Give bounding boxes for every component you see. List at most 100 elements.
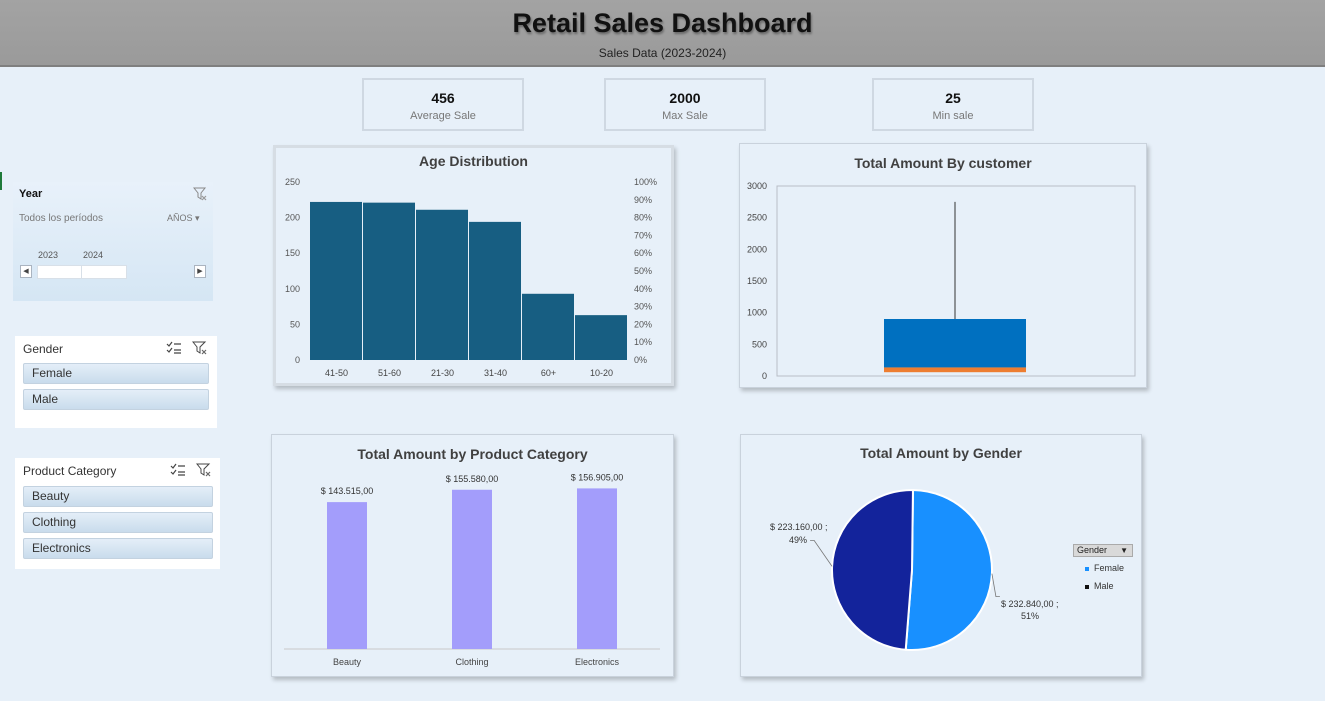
y-tick-label: 1000 — [747, 308, 767, 318]
box-plot: 0 500 1000 1500 2000 2500 3000 — [747, 181, 1136, 381]
age-bar[interactable] — [363, 202, 415, 360]
category-bar-plot: $ 143.515,00 Beauty $ 155.580,00 Clothing $ … — [284, 472, 660, 667]
kpi-value: 2000 — [669, 90, 701, 106]
year-label-2024: 2024 — [83, 250, 104, 260]
x-tick-label: Beauty — [333, 657, 362, 667]
category-bar[interactable] — [452, 489, 492, 649]
kpi-label: Average Sale — [410, 110, 476, 122]
clear-filter-icon[interactable] — [196, 463, 212, 477]
y-tick-label: 2500 — [747, 213, 767, 223]
legend-label: Female — [1094, 563, 1125, 573]
y-tick-label: 1500 — [747, 276, 767, 286]
slicer-item-beauty[interactable]: Beauty — [23, 486, 213, 507]
legend-swatch — [1085, 584, 1089, 589]
kpi-value: 456 — [431, 90, 455, 106]
year-label-2023: 2023 — [38, 250, 59, 260]
time-unit-dropdown[interactable]: AÑOS ▾ — [167, 213, 200, 224]
year-slicer-title: Year — [19, 188, 43, 200]
y2-tick-label: 0% — [634, 355, 647, 365]
scroll-left-button[interactable]: ◀ — [20, 265, 32, 278]
slicer-item-electronics[interactable]: Electronics — [23, 538, 213, 559]
kpi-min-sale: 25 Min sale — [872, 78, 1034, 131]
x-tick-label: Electronics — [575, 657, 620, 667]
lower-box[interactable] — [884, 367, 1026, 373]
age-distribution-chart[interactable]: Age Distribution 0 50 100 150 200 250 0% 10% 20%… — [273, 145, 674, 386]
pie-slice-female[interactable] — [904, 488, 994, 651]
kpi-label: Min sale — [932, 110, 974, 122]
gender-slicer: Gender Female Male — [15, 336, 217, 428]
age-distribution-plot: 0 50 100 150 200 250 0% 10% 20% 30% 40% 50% 60% 70% 80… — [285, 177, 657, 378]
age-bar[interactable] — [310, 201, 362, 360]
total-amount-by-customer-chart[interactable]: Total Amount By customer 0 500 1000 1500 200… — [739, 143, 1147, 388]
total-amount-by-product-category-chart[interactable]: Total Amount by Product Category $ 143.5… — [271, 434, 674, 677]
y-tick-label: 200 — [285, 213, 300, 223]
y-tick-label: 250 — [285, 177, 300, 187]
multi-select-icon[interactable] — [170, 463, 186, 477]
age-bar[interactable] — [416, 209, 468, 360]
year-timeline-slicer[interactable]: Year Todos los períodos AÑOS ▾ 2023 2024… — [13, 182, 213, 301]
gender-legend-filter-button[interactable]: Gender ▼ — [1073, 544, 1133, 557]
chevron-down-icon: ▼ — [1120, 546, 1128, 555]
y2-tick-label: 60% — [634, 248, 652, 258]
data-label: $ 156.905,00 — [571, 472, 624, 482]
age-bar[interactable] — [522, 293, 574, 360]
upper-box[interactable] — [884, 319, 1026, 368]
y-tick-label: 500 — [752, 339, 767, 349]
clear-filter-icon[interactable] — [193, 187, 207, 201]
y2-tick-label: 20% — [634, 319, 652, 329]
pie-slice-male[interactable] — [831, 489, 914, 651]
y2-tick-label: 30% — [634, 302, 652, 312]
kpi-value: 25 — [945, 90, 961, 106]
data-label: 49% — [789, 535, 807, 545]
y2-tick-label: 70% — [634, 230, 652, 240]
y2-tick-label: 50% — [634, 266, 652, 276]
arrow-right-icon: ▶ — [197, 268, 203, 275]
chevron-down-icon: ▾ — [195, 213, 200, 223]
data-label: $ 155.580,00 — [446, 474, 499, 484]
y2-tick-label: 100% — [634, 177, 657, 187]
time-unit-label: AÑOS — [167, 213, 193, 223]
y-tick-label: 100 — [285, 284, 300, 294]
arrow-left-icon: ◀ — [23, 268, 29, 275]
y-tick-label: 50 — [290, 319, 300, 329]
y2-tick-label: 90% — [634, 195, 652, 205]
leader-line — [991, 573, 1000, 598]
timeline-bar[interactable] — [37, 265, 127, 279]
page-title: Retail Sales Dashboard — [512, 8, 813, 38]
scroll-right-button[interactable]: ▶ — [194, 265, 206, 278]
dashboard-header: Retail Sales Dashboard Sales Data (2023-… — [0, 0, 1325, 67]
x-tick-label: Clothing — [455, 657, 488, 667]
y2-tick-label: 40% — [634, 284, 652, 294]
data-label: 51% — [1021, 611, 1039, 621]
slicer-item-male[interactable]: Male — [23, 389, 209, 410]
legend-item-female: Female — [1085, 563, 1124, 573]
category-bar[interactable] — [577, 488, 617, 649]
cell-marker — [0, 172, 2, 190]
legend-filter-label: Gender — [1077, 545, 1108, 555]
age-bar[interactable] — [575, 315, 627, 360]
period-label: Todos los períodos — [19, 213, 103, 224]
y-tick-label: 0 — [295, 355, 300, 365]
legend-swatch — [1085, 566, 1089, 571]
kpi-max-sale: 2000 Max Sale — [604, 78, 766, 131]
x-tick-label: 51-60 — [378, 368, 401, 378]
y-tick-label: 150 — [285, 248, 300, 258]
category-bar[interactable] — [327, 502, 367, 649]
y-tick-label: 3000 — [747, 181, 767, 191]
y-tick-label: 0 — [762, 371, 767, 381]
age-bar[interactable] — [469, 221, 521, 360]
slicer-item-female[interactable]: Female — [23, 363, 209, 384]
data-label: $ 143.515,00 — [321, 486, 374, 496]
multi-select-icon[interactable] — [166, 341, 182, 355]
clear-filter-icon[interactable] — [192, 341, 208, 355]
y2-tick-label: 80% — [634, 213, 652, 223]
page-subtitle: Sales Data (2023-2024) — [598, 46, 727, 60]
legend-label: Male — [1094, 581, 1114, 591]
legend-item-male: Male — [1085, 581, 1114, 591]
gender-slicer-title: Gender — [23, 342, 64, 356]
slicer-item-clothing[interactable]: Clothing — [23, 512, 213, 533]
timeline-divider — [81, 266, 82, 278]
leader-line — [810, 539, 833, 567]
x-tick-label: 60+ — [541, 368, 556, 378]
y-tick-label: 2000 — [747, 244, 767, 254]
